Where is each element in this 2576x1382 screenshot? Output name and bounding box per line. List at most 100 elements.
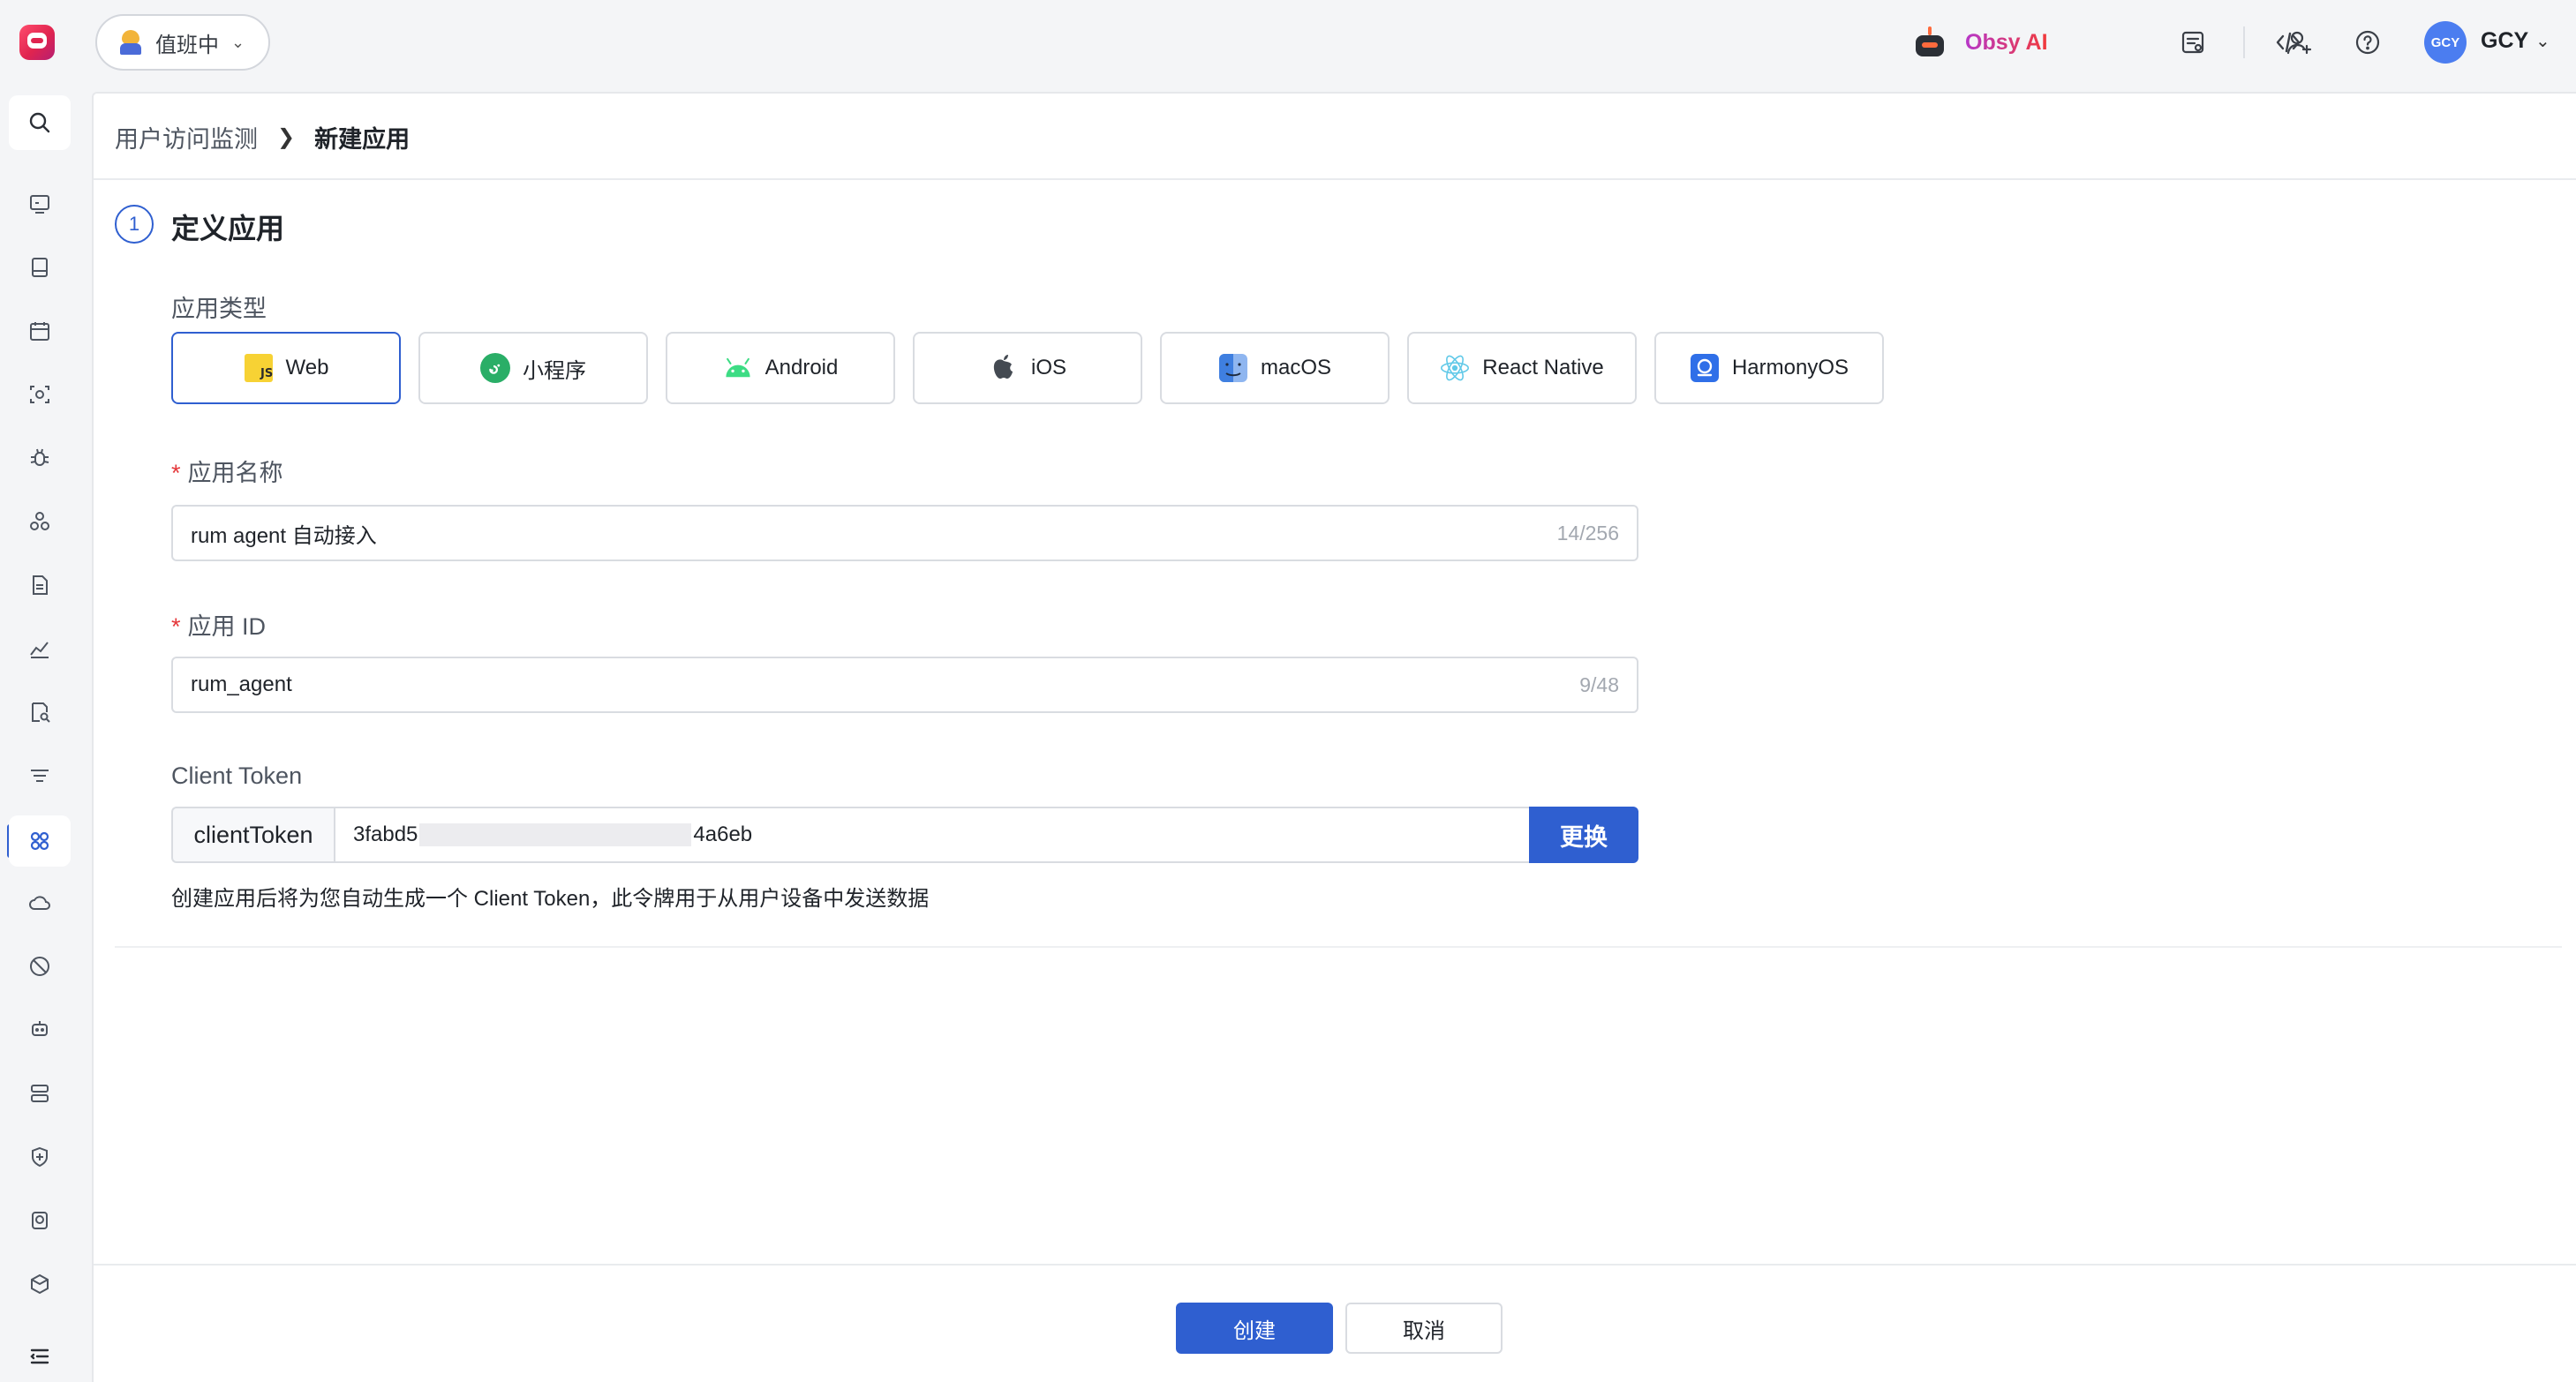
client-token-group: clientToken 3fabd5 4a6eb 更换 [171, 807, 1638, 863]
app-type-label: Web [285, 356, 329, 379]
robot-icon [1914, 26, 1946, 58]
app-id-input[interactable]: rum_agent 9/48 [171, 657, 1638, 713]
topbar-divider [2243, 26, 2245, 58]
sidebar-item-dashboard[interactable] [9, 178, 71, 229]
svg-text:JS: JS [260, 367, 273, 380]
app-name-label-text: 应用名称 [187, 460, 283, 486]
apps-grid-icon [30, 831, 49, 851]
add-user-icon[interactable] [2283, 26, 2315, 58]
bug-icon [30, 448, 49, 466]
app-type-react-native-button[interactable]: React Native [1407, 332, 1637, 404]
sidebar-item-database[interactable] [9, 1068, 71, 1119]
app-name-char-count: 14/256 [1556, 521, 1619, 545]
client-token-redaction [419, 823, 692, 846]
step-title: 定义应用 [171, 213, 285, 244]
harmonyos-icon [1690, 353, 1720, 383]
duty-status-dropdown[interactable]: 值班中 ⌄ [95, 14, 270, 71]
user-name[interactable]: GCY [2481, 28, 2528, 54]
sidebar-item-explorer[interactable] [9, 687, 71, 738]
app-type-label: 应用类型 [171, 296, 267, 322]
user-avatar[interactable]: GCY [2424, 21, 2467, 64]
monitor-icon [30, 195, 49, 214]
app-type-label: React Native [1482, 356, 1604, 379]
app-type-label: iOS [1030, 356, 1066, 379]
sidebar-item-bot[interactable] [9, 1004, 71, 1055]
sidebar-item-synthetic[interactable] [9, 877, 71, 928]
sidebar-item-metrics[interactable] [9, 623, 71, 674]
required-asterisk: * [171, 613, 181, 640]
breadcrumb-current: 新建应用 [314, 126, 411, 153]
sidebar-item-scan[interactable] [9, 369, 71, 420]
sidebar-item-topology[interactable] [9, 496, 71, 547]
app-logo-icon[interactable] [19, 25, 55, 60]
app-id-label-text: 应用 ID [187, 613, 267, 640]
sidebar-item-bug[interactable] [9, 432, 71, 484]
collapse-menu-icon [30, 1348, 49, 1364]
footer-divider [94, 1264, 2576, 1266]
notes-icon[interactable] [2177, 26, 2209, 58]
react-icon [1440, 353, 1470, 383]
topology-icon [30, 512, 49, 530]
regenerate-token-button[interactable]: 更换 [1529, 807, 1638, 863]
search-button[interactable] [9, 95, 71, 150]
sidebar-collapse-button[interactable] [9, 1331, 71, 1382]
client-token-hint: 创建应用后将为您自动生成一个 Client Token，此令牌用于从用户设备中发… [171, 887, 930, 911]
calendar-icon [30, 322, 49, 341]
android-icon [723, 353, 753, 383]
duty-avatar-icon [118, 30, 143, 55]
robot-head-icon [32, 1021, 48, 1036]
chevron-down-icon: ⌄ [231, 33, 245, 51]
client-token-value-start: 3fabd5 [353, 822, 418, 846]
cloud-icon [29, 896, 50, 910]
sidebar-item-rum[interactable] [9, 815, 71, 867]
app-id-char-count: 9/48 [1579, 672, 1619, 696]
app-id-label: * 应用 ID [171, 607, 266, 642]
app-type-web-button[interactable]: JS Web [171, 332, 401, 404]
client-token-value-end: 4a6eb [693, 822, 753, 846]
client-token-field[interactable]: 3fabd5 4a6eb [334, 807, 1529, 863]
app-type-ios-button[interactable]: iOS [913, 332, 1142, 404]
left-sidebar [0, 92, 92, 1382]
sidebar-item-package[interactable] [9, 1258, 71, 1310]
breadcrumb-parent-link[interactable]: 用户访问监测 [115, 120, 258, 154]
breadcrumb: 用户访问监测 ❯ 新建应用 [115, 120, 410, 154]
chart-line-icon [30, 642, 49, 658]
app-type-miniprogram-button[interactable]: 小程序 [418, 332, 648, 404]
sidebar-item-filter[interactable] [9, 750, 71, 801]
search-icon [29, 112, 50, 133]
main-panel: 用户访问监测 ❯ 新建应用 1 定义应用 应用类型 JS Web 小程序 And… [92, 92, 2576, 1382]
app-name-label: * 应用名称 [171, 454, 283, 488]
app-type-harmonyos-button[interactable]: HarmonyOS [1654, 332, 1884, 404]
apple-icon [989, 353, 1019, 383]
chevron-down-icon[interactable]: ⌄ [2535, 30, 2550, 52]
top-bar: 值班中 ⌄ Obsy AI GCY GCY ⌄ [0, 0, 2576, 92]
app-type-android-button[interactable]: Android [666, 332, 895, 404]
app-name-input[interactable]: rum agent 自动接入 14/256 [171, 505, 1638, 561]
sidebar-item-camera[interactable] [9, 1195, 71, 1246]
miniprogram-icon [480, 353, 510, 383]
sidebar-item-security[interactable] [9, 1131, 71, 1183]
cancel-button[interactable]: 取消 [1345, 1303, 1503, 1354]
app-type-label: macOS [1260, 356, 1331, 379]
list-filter-icon [31, 770, 49, 782]
sidebar-item-logs[interactable] [9, 560, 71, 611]
app-type-macos-button[interactable]: macOS [1160, 332, 1390, 404]
client-token-label: Client Token [171, 762, 303, 789]
file-search-icon [32, 702, 50, 723]
app-type-label: HarmonyOS [1731, 356, 1849, 379]
app-name-value: rum agent 自动接入 [191, 523, 377, 548]
sidebar-item-disabled[interactable] [9, 941, 71, 992]
camera-icon [32, 1212, 48, 1229]
required-asterisk: * [171, 460, 181, 486]
obsy-ai-button[interactable]: Obsy AI [1914, 19, 2048, 65]
help-icon[interactable] [2352, 26, 2384, 58]
create-button[interactable]: 创建 [1176, 1303, 1333, 1354]
sidebar-item-notebook[interactable] [9, 242, 71, 293]
header-divider [94, 178, 2576, 180]
js-icon: JS [244, 353, 274, 383]
app-type-label: 小程序 [523, 358, 586, 383]
finder-icon [1218, 353, 1248, 383]
book-icon [32, 258, 48, 277]
document-icon [33, 575, 48, 595]
sidebar-item-calendar[interactable] [9, 305, 71, 357]
